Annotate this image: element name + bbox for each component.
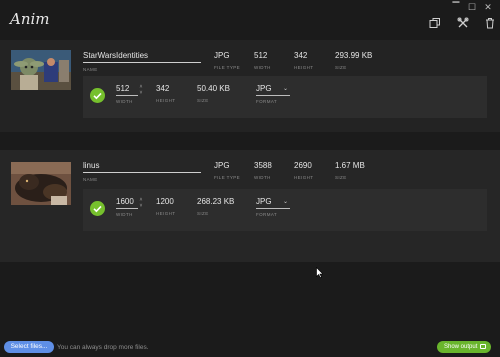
size-label: SIZE [335,65,347,70]
output-width-value: 1600 [116,197,134,206]
duplicate-icon[interactable] [429,17,441,29]
file-type-label: FILE TYPE [214,175,241,180]
output-size-label: SIZE [197,211,209,216]
output-width-input[interactable]: 512 WIDTH [116,84,138,104]
minimize-button[interactable]: ▔ [449,2,463,13]
output-height-value: 1200 [156,197,174,206]
output-size-value: 268.23 KB [197,197,235,206]
output-width-underline [116,95,138,96]
output-format-underline [256,95,290,96]
title-bar: Anim ▔ ☐ ✕ [0,0,500,40]
height-label: HEIGHT [294,65,314,70]
drop-hint-text: You can always drop more files. [57,344,149,351]
height-field: 342 HEIGHT [294,51,313,71]
output-width-value: 512 [116,84,130,93]
check-icon [90,201,105,216]
show-output-label: Show output [444,344,478,350]
output-width-label: WIDTH [116,212,133,217]
output-size-value: 50.40 KB [197,84,230,93]
chevron-down-icon[interactable]: ⌄ [283,85,288,92]
width-stepper[interactable]: ˄ ˅ [138,84,144,96]
name-field[interactable]: linus NAME [83,161,201,183]
output-height-value: 342 [156,84,170,93]
size-field: 293.99 KB SIZE [335,51,372,71]
output-height-field[interactable]: 342 HEIGHT [156,84,175,103]
image-name: linus [83,161,100,170]
folder-icon [480,344,486,349]
output-size-field: 268.23 KB SIZE [197,197,234,216]
app-logo: Anim [10,10,50,28]
output-size-field: 50.40 KB SIZE [197,84,230,103]
output-width-input[interactable]: 1600 WIDTH [116,197,138,217]
height-field: 2690 HEIGHT [294,161,313,181]
chevron-down-icon[interactable]: ⌄ [283,198,288,205]
file-type-value: JPG [214,51,230,60]
output-settings-panel: 512 WIDTH ˄ ˅ 342 HEIGHT 50.40 KB SIZE JP… [83,76,487,118]
mouse-cursor-icon [316,265,324,279]
height-value: 2690 [294,161,312,170]
close-button[interactable]: ✕ [481,2,495,13]
check-icon [90,88,105,103]
name-field[interactable]: StarWarsIdentities NAME [83,51,201,73]
size-field: 1.67 MB SIZE [335,161,365,181]
output-format-underline [256,208,290,209]
width-field: 512 WIDTH [254,51,271,71]
name-label: NAME [83,67,98,72]
tools-icon[interactable] [457,17,469,29]
width-value: 512 [254,51,268,60]
name-underline [83,172,201,173]
width-label: WIDTH [254,175,271,180]
output-width-label: WIDTH [116,99,133,104]
show-output-button[interactable]: Show output [437,341,491,353]
width-stepper[interactable]: ˄ ˅ [138,197,144,209]
file-type-field: JPG FILE TYPE [214,161,240,181]
file-type-field: JPG FILE TYPE [214,51,240,71]
size-label: SIZE [335,175,347,180]
image-card: linus NAME JPG FILE TYPE 3588 WIDTH 2690… [0,150,500,262]
output-format-label: FORMAT [256,99,278,104]
maximize-button[interactable]: ☐ [465,2,479,13]
height-label: HEIGHT [294,175,314,180]
output-height-label: HEIGHT [156,98,176,103]
output-settings-panel: 1600 WIDTH ˄ ˅ 1200 HEIGHT 268.23 KB SIZE… [83,189,487,231]
height-value: 342 [294,51,308,60]
name-underline [83,62,201,63]
size-value: 1.67 MB [335,161,365,170]
output-height-label: HEIGHT [156,211,176,216]
width-label: WIDTH [254,65,271,70]
image-thumbnail [11,162,71,205]
output-size-label: SIZE [197,98,209,103]
width-field: 3588 WIDTH [254,161,272,181]
width-value: 3588 [254,161,272,170]
size-value: 293.99 KB [335,51,373,60]
output-height-field[interactable]: 1200 HEIGHT [156,197,175,216]
file-type-value: JPG [214,161,230,170]
image-thumbnail [11,50,71,90]
output-width-underline [116,208,138,209]
image-name: StarWarsIdentities [83,51,149,60]
file-type-label: FILE TYPE [214,65,241,70]
image-card: StarWarsIdentities NAME JPG FILE TYPE 51… [0,40,500,132]
select-files-button[interactable]: Select files... [4,341,54,353]
output-format-label: FORMAT [256,212,278,217]
footer-bar: Select files... You can always drop more… [0,335,500,357]
trash-icon[interactable] [484,17,496,29]
name-label: NAME [83,177,98,182]
